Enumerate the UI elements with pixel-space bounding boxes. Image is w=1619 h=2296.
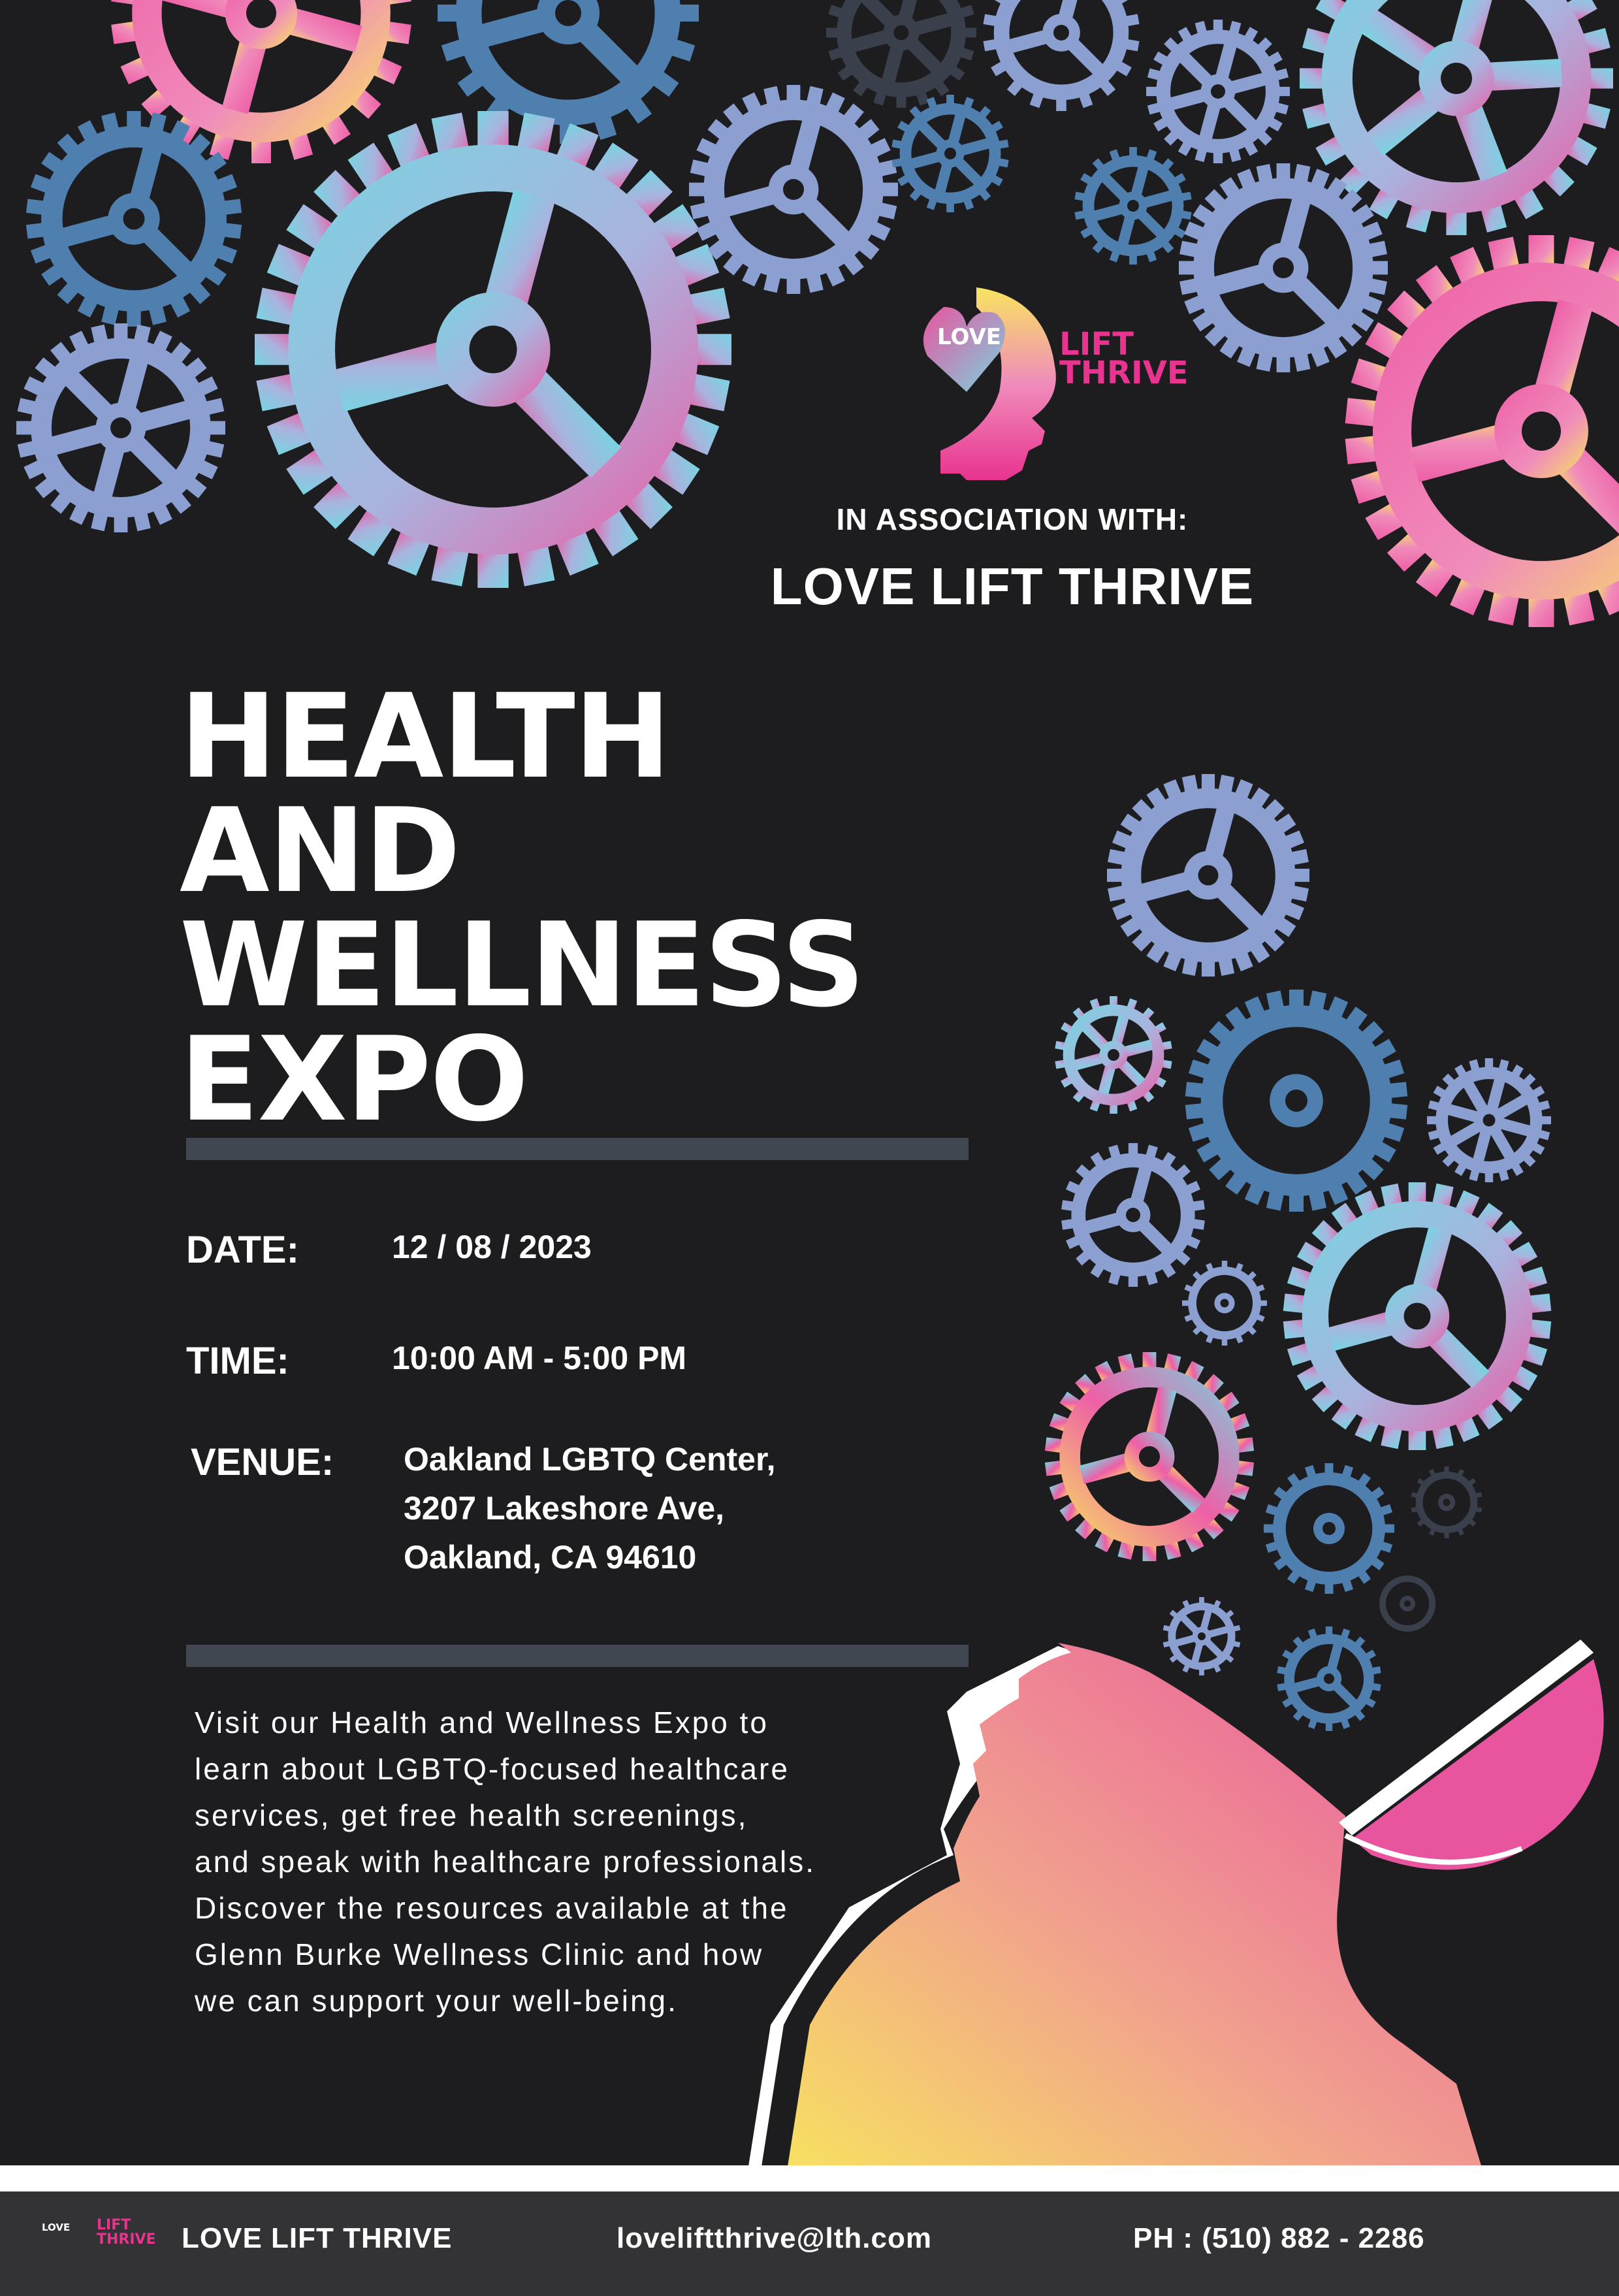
venue-line-2: 3207 Lakeshore Ave,	[404, 1490, 725, 1527]
date-label: DATE:	[186, 1229, 299, 1271]
description-line: Visit our Health and Wellness Expo to	[195, 1706, 769, 1739]
gear-icon	[1044, 1352, 1255, 1561]
title-line-1: HEALTH	[180, 669, 671, 804]
logo-wordmark: LIFT THRIVE	[1059, 329, 1189, 391]
gear-icon	[1345, 235, 1619, 627]
gear-icon	[1411, 1466, 1483, 1538]
divider-bottom	[186, 1645, 969, 1667]
time-label: TIME:	[186, 1340, 289, 1382]
footer-phone[interactable]: PH : (510) 882 - 2286	[1133, 2222, 1425, 2255]
logo-love-text: LOVE	[937, 324, 1001, 350]
gear-icon	[1162, 1597, 1241, 1675]
description-line: services, get free health screenings,	[195, 1798, 748, 1832]
time-value: 10:00 AM - 5:00 PM	[392, 1340, 687, 1376]
gear-icon	[983, 0, 1140, 111]
venue-label: VENUE:	[191, 1441, 334, 1483]
footer-logo-wordmark: LIFT THRIVE	[97, 2218, 156, 2247]
gear-icon	[1146, 20, 1290, 163]
description-line: Glenn Burke Wellness Clinic and how	[195, 1937, 764, 1971]
gear-icon	[1061, 1143, 1205, 1287]
venue-line-3: Oakland, CA 94610	[404, 1539, 697, 1576]
footer-separator	[0, 2165, 1619, 2191]
gear-icon	[826, 0, 976, 108]
description-line: we can support your well-being.	[195, 1984, 678, 2018]
footer-email[interactable]: loveliftthrive@lth.com	[617, 2222, 932, 2255]
love-lift-thrive-logo-mark	[923, 287, 1056, 480]
gear-icon	[1107, 774, 1309, 977]
gear-icon	[438, 0, 699, 144]
gear-icon	[1074, 147, 1192, 265]
title-line-4: EXPO	[180, 1012, 529, 1147]
event-description: Visit our Health and Wellness Expo to le…	[195, 1700, 946, 2024]
gear-icon	[1264, 1463, 1394, 1594]
logo-thrive-text: THRIVE	[1059, 355, 1189, 391]
footer-logo-thrive: THRIVE	[97, 2231, 156, 2248]
title-line-3: WELLNESS	[180, 897, 865, 1033]
footer-org-name: LOVE LIFT THRIVE	[182, 2222, 453, 2254]
gear-icon	[689, 85, 898, 294]
gear-icon	[1379, 1576, 1435, 1632]
venue-line-1: Oakland LGBTQ Center,	[404, 1441, 776, 1478]
gear-icon	[1185, 990, 1408, 1212]
date-value: 12 / 08 / 2023	[392, 1229, 592, 1265]
title-line-2: AND	[180, 783, 460, 918]
description-line: Discover the resources available at the	[195, 1891, 789, 1925]
description-line: learn about LGBTQ-focused healthcare	[195, 1752, 790, 1786]
gear-icon	[1427, 1058, 1551, 1182]
gear-icon	[16, 323, 225, 532]
description-line: and speak with healthcare professionals.	[195, 1845, 816, 1879]
association-label: IN ASSOCIATION WITH:	[836, 502, 1189, 536]
gear-icon	[1055, 996, 1172, 1114]
gear-icon	[1179, 163, 1388, 372]
gear-icon	[1182, 1261, 1267, 1346]
association-org: LOVE LIFT THRIVE	[770, 557, 1255, 615]
gear-icon	[1283, 1182, 1552, 1450]
footer-logo-lift: LIFT	[97, 2217, 131, 2233]
gear-icon	[1277, 1626, 1381, 1731]
gear-icon	[25, 111, 242, 327]
footer-logo-love: LOVE	[42, 2222, 71, 2233]
divider-top	[186, 1138, 969, 1160]
gear-icon	[891, 95, 1009, 212]
